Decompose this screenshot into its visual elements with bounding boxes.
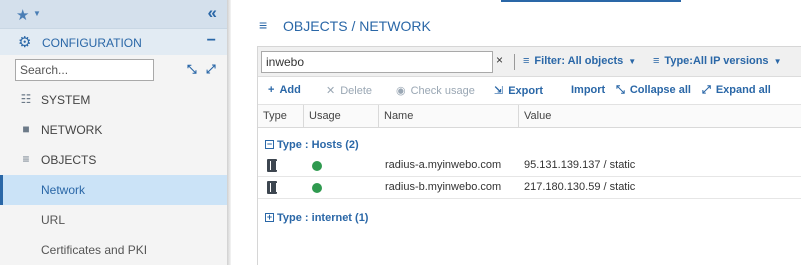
expand-arrows-icon[interactable]: ⤢ [206, 62, 216, 77]
export-icon: ⇲ [494, 85, 504, 97]
database-icon: ≡ [523, 55, 530, 67]
export-button[interactable]: ⇲ Export [494, 84, 543, 97]
action-toolbar: + Add ✕ Delete ◉ Check usage ⇲ Export Import… [258, 77, 801, 105]
sidebar-item-objects[interactable]: ≡ OBJECTS [0, 145, 227, 175]
table-header: Type Usage Name Value [258, 105, 801, 128]
sidebar-search-input[interactable] [15, 59, 154, 81]
group-row-internet[interactable]: + Type : internet (1) [258, 208, 801, 230]
sidebar-item-label: SYSTEM [41, 93, 91, 107]
sidebar-item-label: Certificates and PKI [41, 243, 148, 257]
table-row[interactable]: radius-a.myinwebo.com 95.131.139.137 / s… [258, 155, 801, 177]
expand-icon: ⤢ [702, 84, 711, 96]
collapse-arrows-icon[interactable]: ⤡ [187, 62, 197, 77]
row-value: 95.131.139.137 / static [524, 159, 636, 171]
sidebar-item-system[interactable]: ☷ SYSTEM [0, 85, 227, 115]
plus-icon: + [268, 84, 275, 96]
sliders-icon: ☷ [20, 92, 32, 106]
database-icon: ≡ [653, 55, 660, 67]
sidebar-header: ★ ▼ « [0, 0, 227, 28]
collapse-all-button[interactable]: ⤡ Collapse all [616, 84, 691, 97]
caret-down-icon[interactable]: ▼ [33, 9, 41, 18]
row-name: radius-b.myinwebo.com [385, 181, 502, 193]
group-label: Type : Hosts (2) [277, 139, 359, 151]
section-collapse-toggle[interactable]: − [207, 32, 216, 50]
collapse-group-icon[interactable]: − [265, 140, 274, 149]
delete-button[interactable]: ✕ Delete [326, 84, 372, 97]
column-header-value[interactable]: Value [519, 105, 801, 128]
filter-ip-type-dropdown[interactable]: ≡ Type:All IP versions ▼ [653, 55, 781, 67]
caret-down-icon: ▼ [773, 57, 782, 66]
sidebar: ★ ▼ « ⚙ CONFIGURATION − ⤡ ⤢ ☷ SYSTEM ■ N… [0, 0, 227, 265]
caret-down-icon: ▼ [628, 57, 637, 66]
sidebar-item-network[interactable]: ■ NETWORK [0, 115, 227, 145]
column-header-name[interactable]: Name [379, 105, 519, 128]
configuration-title: CONFIGURATION [42, 36, 142, 50]
sidebar-item-objects-network[interactable]: Network [0, 175, 227, 205]
eye-icon: ◉ [396, 85, 406, 97]
sidebar-item-url[interactable]: URL [0, 205, 227, 235]
configuration-section[interactable]: ⚙ CONFIGURATION − [0, 28, 227, 55]
active-tab-indicator [501, 0, 681, 2]
add-button[interactable]: + Add [268, 84, 301, 96]
page-title: OBJECTS / NETWORK [283, 18, 431, 34]
sidebar-item-label: NETWORK [41, 123, 103, 137]
double-chevron-left-icon[interactable]: « [208, 3, 217, 23]
objects-panel: × ≡Filter: All objects▼ ≡Type:All IP ver… [257, 46, 801, 265]
column-header-usage[interactable]: Usage [304, 105, 379, 128]
gear-icon: ⚙ [18, 34, 32, 51]
group-label: Type : internet (1) [277, 212, 369, 224]
star-icon[interactable]: ★ [16, 6, 29, 24]
expand-group-icon[interactable]: + [265, 213, 274, 222]
database-icon: ≡ [259, 17, 268, 33]
main-content: ≡ OBJECTS / NETWORK × ≡Filter: All objec… [231, 0, 801, 265]
column-header-type[interactable]: Type [258, 105, 304, 128]
close-icon: ✕ [326, 85, 336, 97]
host-icon [267, 159, 277, 172]
sidebar-item-certificates-pki[interactable]: Certificates and PKI [0, 235, 227, 265]
database-icon: ≡ [22, 152, 30, 166]
table-row[interactable]: radius-b.myinwebo.com 217.180.130.59 / s… [258, 177, 801, 199]
sidebar-item-label: OBJECTS [41, 153, 97, 167]
usage-status-icon [312, 161, 322, 171]
group-row-hosts[interactable]: − Type : Hosts (2) [258, 135, 801, 157]
object-search-input[interactable] [261, 51, 493, 73]
clear-search-button[interactable]: × [496, 53, 503, 67]
row-name: radius-a.myinwebo.com [385, 159, 502, 171]
check-usage-button[interactable]: ◉ Check usage [396, 84, 475, 97]
divider [514, 54, 515, 70]
usage-status-icon [312, 183, 322, 193]
collapse-icon: ⤡ [616, 84, 625, 96]
sidebar-item-label: Network [41, 183, 86, 197]
row-value: 217.180.130.59 / static [524, 181, 636, 193]
filter-bar: × ≡Filter: All objects▼ ≡Type:All IP ver… [258, 47, 801, 77]
filter-objects-dropdown[interactable]: ≡ Filter: All objects ▼ [523, 55, 636, 67]
expand-all-button[interactable]: ⤢ Expand all [702, 84, 771, 97]
import-button[interactable]: Import [571, 84, 605, 96]
host-icon [267, 181, 277, 194]
sidebar-item-label: URL [41, 213, 66, 227]
network-icon: ■ [22, 122, 30, 136]
